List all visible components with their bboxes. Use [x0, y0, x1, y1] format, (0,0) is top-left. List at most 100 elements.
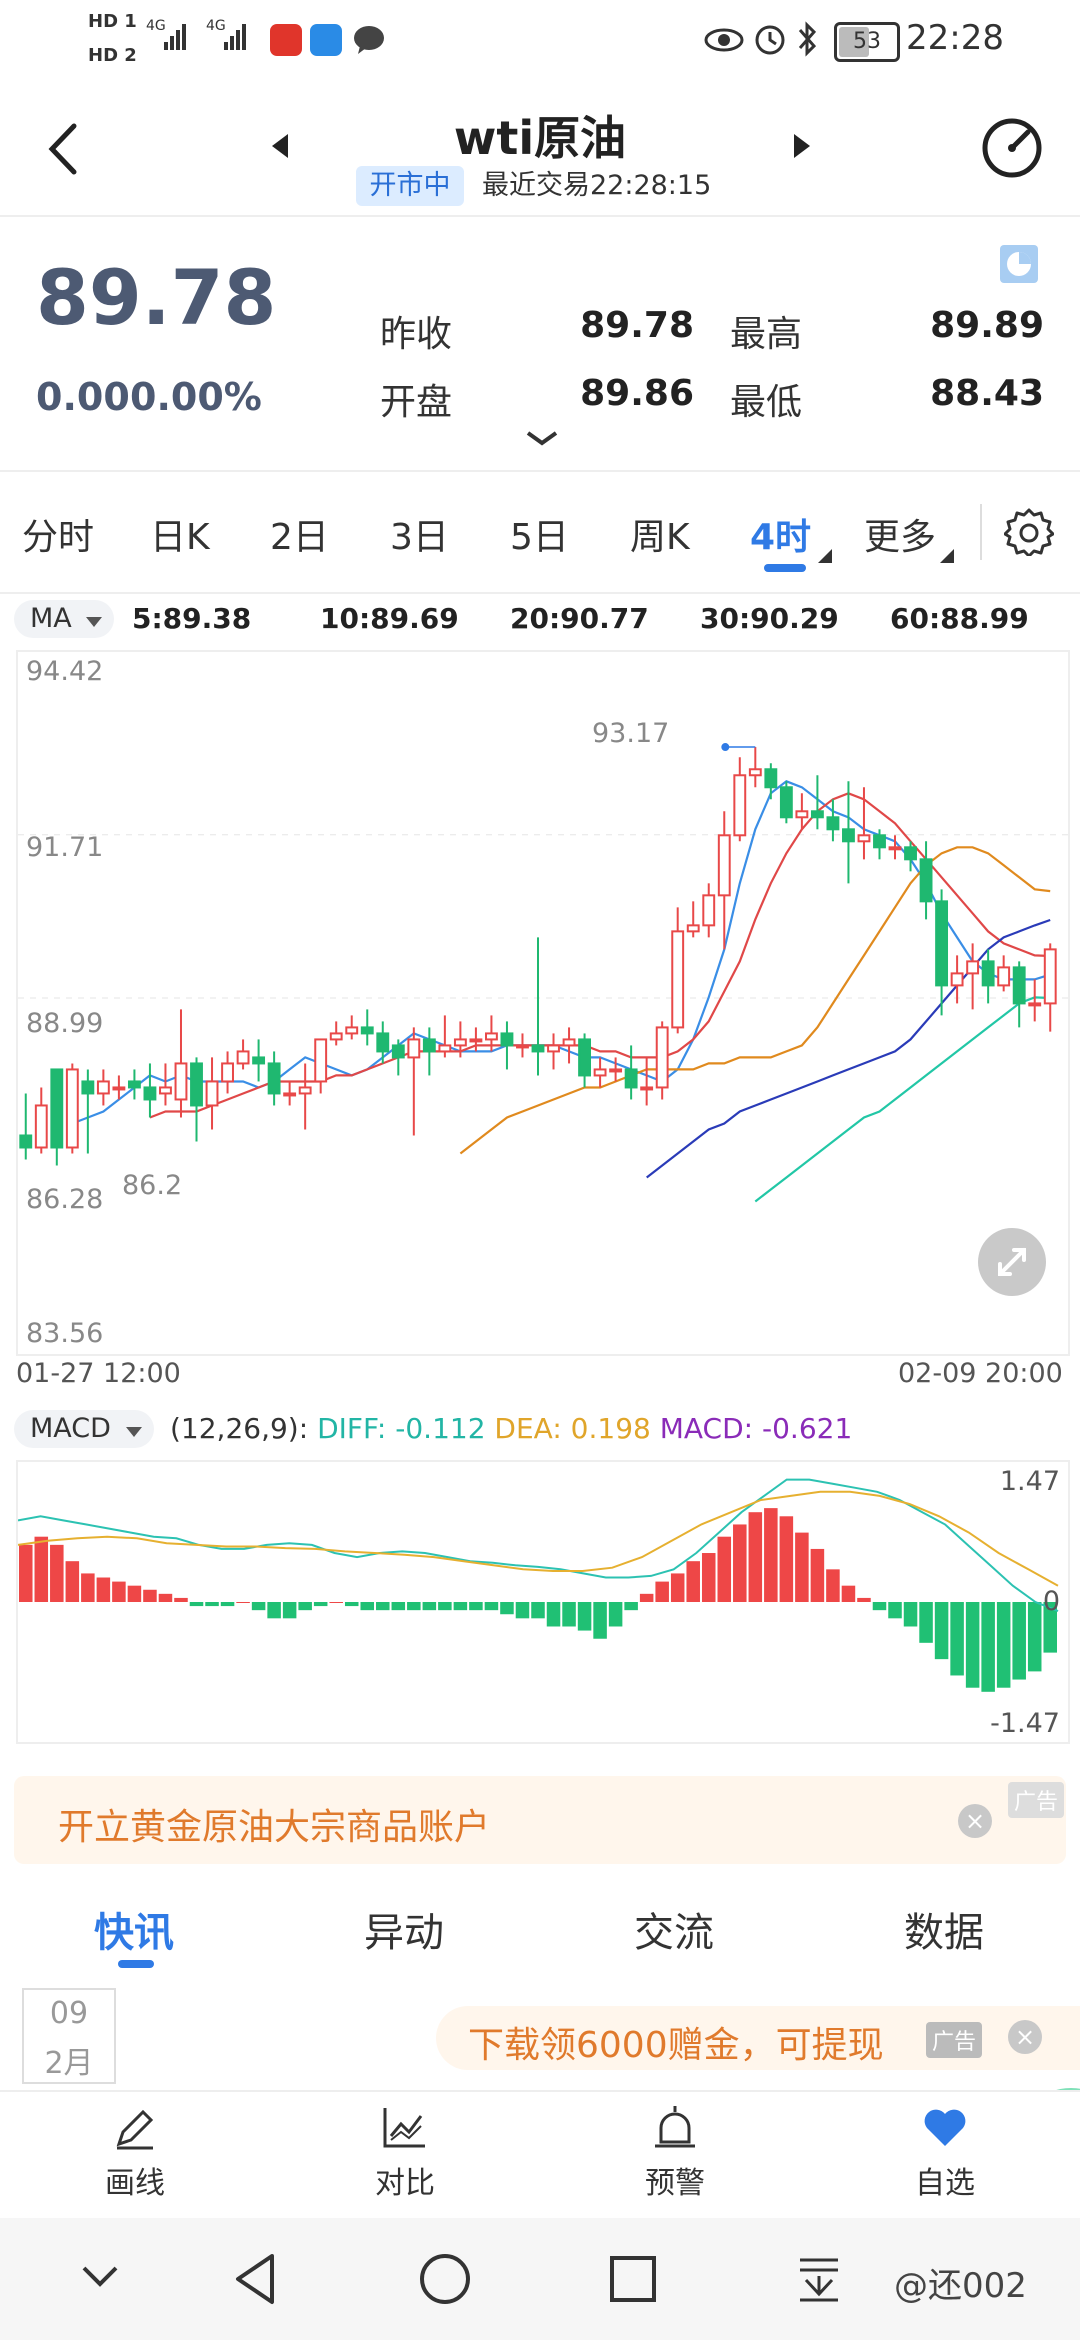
pen-icon — [116, 2109, 154, 2150]
tab-3day[interactable]: 3日 — [390, 508, 449, 560]
macd-bar — [298, 1602, 312, 1611]
candle-body — [205, 1080, 219, 1107]
candle-body — [174, 1062, 188, 1101]
status-bar: HD 1 HD 2 4G 4G 53 22:28 — [0, 0, 1080, 80]
candle-body — [640, 1086, 654, 1091]
tab-4hour[interactable]: 4时 — [750, 508, 811, 560]
macd-selector[interactable]: MACD — [14, 1410, 154, 1448]
ad-banner-2-close-icon[interactable]: × — [1008, 2020, 1042, 2054]
settings-gear-icon[interactable] — [1003, 506, 1055, 560]
macd-bar — [810, 1548, 825, 1602]
macd-bar — [407, 1602, 421, 1611]
macd-bar — [50, 1544, 64, 1602]
high-value: 89.89 — [930, 305, 1044, 346]
y-axis-label-bottom: 83.56 — [26, 1318, 104, 1349]
candle-body — [159, 1086, 172, 1095]
macd-bar — [624, 1602, 638, 1611]
news-tab-flash[interactable]: 快讯 — [94, 1900, 174, 1958]
fullscreen-expand-icon[interactable] — [978, 1228, 1046, 1296]
tab-more[interactable]: 更多 — [864, 508, 936, 560]
candle-body — [562, 1038, 576, 1047]
candle-body — [314, 1038, 328, 1083]
macd-bar — [282, 1602, 297, 1619]
toolbar-watchlist[interactable]: 自选 — [865, 2102, 1025, 2202]
toolbar-compare[interactable]: 对比 — [325, 2102, 485, 2202]
candle-body — [65, 1068, 79, 1149]
toolbar-draw-line[interactable]: 画线 — [55, 2102, 215, 2202]
kline-chart[interactable]: 94.42 91.71 88.99 86.28 83.56 93.17 86.2 — [16, 650, 1070, 1356]
tab-weekly-k[interactable]: 周K — [630, 508, 690, 560]
ma-selector[interactable]: MA — [14, 600, 114, 638]
next-instrument-icon[interactable] — [790, 130, 814, 166]
ad-banner[interactable]: 开立黄金原油大宗商品账户 × 广告 — [14, 1776, 1066, 1864]
tab-daily-k[interactable]: 日K — [150, 508, 210, 560]
news-tab-movement[interactable]: 异动 — [364, 1900, 444, 1958]
macd-axis-zero: 0 — [1042, 1586, 1060, 1617]
macd-svg — [18, 1478, 1059, 1692]
nav-collapse-icon[interactable] — [80, 2262, 120, 2296]
macd-bar — [996, 1602, 1011, 1688]
market-status-badge: 开市中 — [356, 166, 464, 206]
refresh-gauge-icon[interactable] — [980, 116, 1044, 184]
nav-recents-icon[interactable] — [608, 2254, 658, 2308]
system-nav-bar: @还002 — [0, 2218, 1080, 2340]
macd-chart[interactable]: 1.47 0 -1.47 — [16, 1460, 1070, 1744]
macd-axis-top: 1.47 — [999, 1466, 1060, 1497]
candle-body — [919, 858, 933, 903]
macd-bar — [562, 1602, 576, 1627]
ad-tag: 广告 — [1008, 1782, 1065, 1818]
toolbar-watchlist-label: 自选 — [915, 2166, 975, 2201]
sim2-label: HD 2 — [88, 45, 137, 66]
candle-body — [376, 1032, 390, 1053]
candle-body — [500, 1032, 514, 1047]
nav-download-icon[interactable] — [796, 2254, 842, 2308]
news-tab-data[interactable]: 数据 — [904, 1900, 984, 1958]
ad-banner-2[interactable]: 下载领6000赠金，可提现 广告 × — [436, 2006, 1080, 2070]
macd-bar — [965, 1602, 980, 1688]
tab-intraday[interactable]: 分时 — [22, 508, 94, 560]
nav-back-icon[interactable] — [232, 2252, 278, 2310]
tab-2day[interactable]: 2日 — [270, 508, 329, 560]
candle-body — [935, 900, 949, 987]
candle-body — [547, 1044, 560, 1053]
nav-home-icon[interactable] — [418, 2252, 472, 2310]
expand-chevron-icon[interactable] — [524, 429, 560, 453]
sim1-label: HD 1 — [88, 11, 137, 32]
candle-body — [531, 1044, 545, 1053]
y-axis-label-2: 91.71 — [26, 832, 104, 863]
macd-bar — [670, 1573, 685, 1602]
macd-bar — [236, 1602, 250, 1603]
candle-body — [857, 834, 871, 843]
status-time: 22:28 — [906, 18, 1004, 58]
macd-bar — [127, 1585, 142, 1602]
candle-body — [981, 960, 995, 987]
macd-bar — [872, 1602, 887, 1611]
toolbar-alert[interactable]: 预警 — [595, 2102, 755, 2202]
macd-bar — [174, 1597, 188, 1602]
candle-body — [686, 924, 700, 933]
candle-body — [655, 1026, 669, 1089]
ma-line-ma30 — [646, 918, 1051, 1179]
news-tab-indicator — [118, 1960, 154, 1968]
tab-5day[interactable]: 5日 — [510, 508, 569, 560]
news-tab-discussion[interactable]: 交流 — [634, 1900, 714, 1958]
macd-bar — [593, 1602, 607, 1639]
candle-body — [810, 810, 824, 819]
ma5-value: 5:89.38 — [132, 602, 252, 635]
macd-bar — [795, 1532, 809, 1602]
quote-panel: 89.78 0.00 0.00% 昨收 89.78 最高 89.89 开盘 89… — [0, 215, 1080, 470]
macd-bar — [826, 1569, 840, 1602]
weather-icon — [310, 24, 342, 56]
more-dropdown-icon — [940, 548, 954, 567]
header: wti原油 开市中 最近交易22:28:15 — [0, 80, 1080, 217]
candle-body — [779, 786, 793, 819]
min-price-marker: 86.2 — [122, 1170, 183, 1201]
ad-banner-2-text: 下载领6000赠金，可提现 — [468, 2025, 884, 2066]
pie-chart-icon[interactable] — [1000, 245, 1038, 283]
toolbar-draw-line-label: 画线 — [105, 2166, 165, 2201]
ad-close-icon[interactable]: × — [958, 1804, 992, 1838]
low-label: 最低 — [730, 382, 803, 423]
macd-bar — [251, 1602, 266, 1611]
signal-icon: 4G — [146, 16, 202, 60]
candle-body — [81, 1080, 95, 1095]
